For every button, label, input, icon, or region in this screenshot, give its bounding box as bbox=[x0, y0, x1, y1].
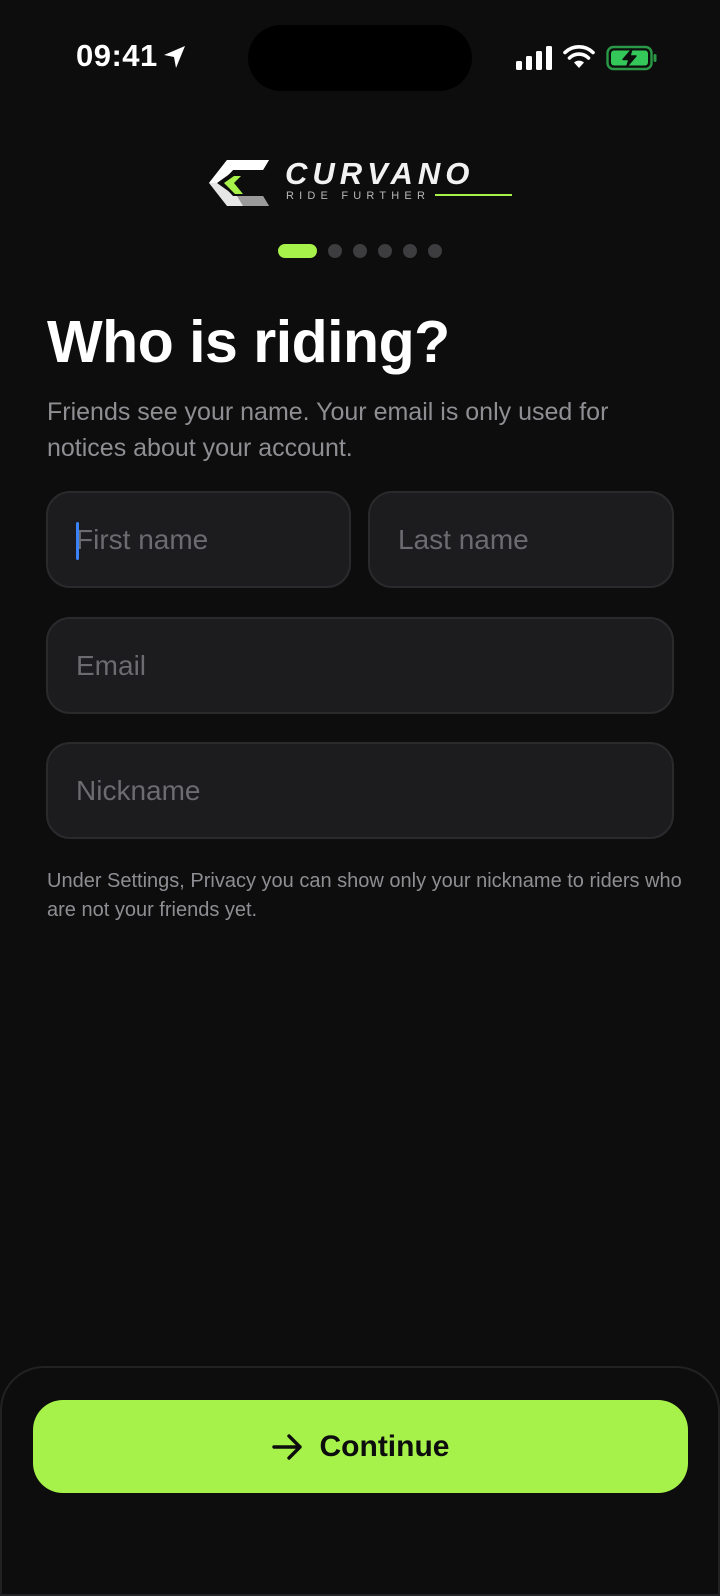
last-name-input[interactable] bbox=[370, 493, 672, 586]
progress-dot bbox=[328, 244, 342, 258]
progress-dot bbox=[403, 244, 417, 258]
nickname-input[interactable] bbox=[48, 744, 672, 837]
email-input[interactable] bbox=[48, 619, 672, 712]
page-title: Who is riding? bbox=[47, 309, 450, 375]
dynamic-island bbox=[248, 25, 472, 91]
brand-accent-line bbox=[435, 194, 512, 196]
text-caret bbox=[76, 522, 79, 560]
nickname-field[interactable] bbox=[46, 742, 674, 839]
wifi-icon bbox=[563, 45, 595, 68]
status-time: 09:41 bbox=[76, 38, 158, 73]
location-arrow-icon bbox=[164, 46, 185, 68]
privacy-helper-text: Under Settings, Privacy you can show onl… bbox=[47, 870, 682, 921]
last-name-field[interactable] bbox=[368, 491, 674, 588]
first-name-input[interactable] bbox=[48, 493, 349, 586]
status-bar: 09:41 bbox=[0, 0, 720, 110]
progress-dot bbox=[428, 244, 442, 258]
brand-tagline: RIDE FURTHER bbox=[286, 190, 431, 202]
cellular-signal-icon bbox=[516, 46, 552, 70]
brand-name: CURVANO bbox=[285, 156, 475, 191]
curvano-logo-mark-icon bbox=[209, 160, 269, 206]
email-field[interactable] bbox=[46, 617, 674, 714]
progress-dot bbox=[353, 244, 367, 258]
progress-dot-active bbox=[278, 244, 317, 258]
onboarding-progress bbox=[278, 244, 442, 258]
battery-charging-icon bbox=[606, 45, 657, 71]
first-name-field[interactable] bbox=[46, 491, 351, 588]
continue-label: Continue bbox=[319, 1429, 450, 1463]
page-subtitle: Friends see your name. Your email is onl… bbox=[47, 398, 609, 462]
continue-button[interactable]: Continue bbox=[33, 1400, 688, 1493]
arrow-right-icon bbox=[271, 1433, 302, 1460]
progress-dot bbox=[378, 244, 392, 258]
brand-logo: CURVANO RIDE FURTHER bbox=[207, 152, 517, 212]
